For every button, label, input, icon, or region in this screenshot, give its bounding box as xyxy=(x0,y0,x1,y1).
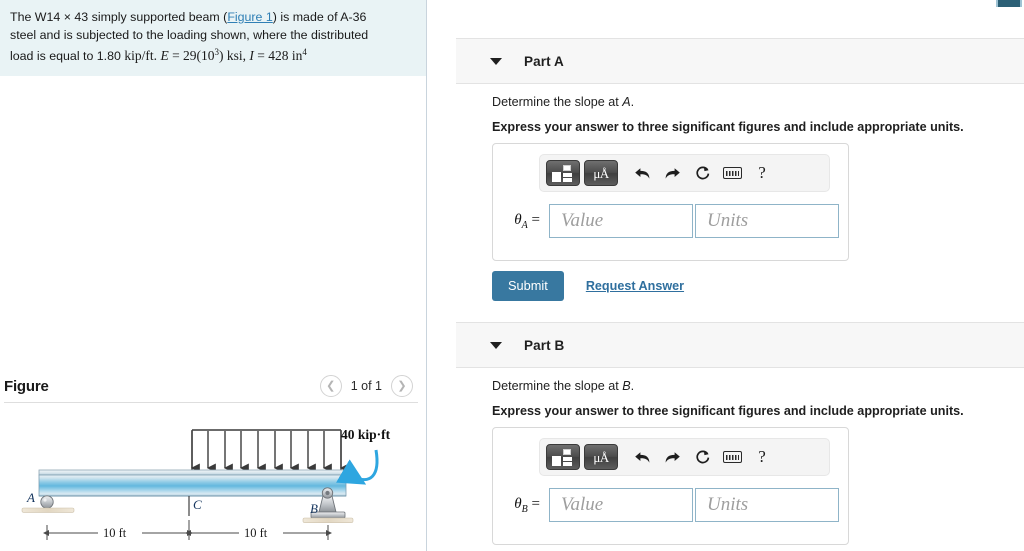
question-mark-icon[interactable]: ? xyxy=(747,160,777,186)
micro-angstrom-units-icon[interactable]: μÅ xyxy=(584,444,618,470)
inertia-value: = 428 in xyxy=(253,48,303,64)
problem-line-2: steel and is subjected to the loading sh… xyxy=(10,27,369,42)
label-B: B xyxy=(310,501,318,516)
clipped-toolbar-widget[interactable] xyxy=(996,0,1022,7)
chevron-right-icon[interactable]: ❯ xyxy=(391,375,413,397)
modulus-value: = 29(10 xyxy=(168,48,215,64)
undo-arrow-icon[interactable] xyxy=(627,160,657,186)
moment-label: 40 kip·ft xyxy=(341,427,391,442)
micro-angstrom-units-icon[interactable]: μÅ xyxy=(584,160,618,186)
label-A: A xyxy=(26,490,35,505)
beam-body xyxy=(38,469,347,497)
chevron-left-icon[interactable]: ❮ xyxy=(319,375,342,397)
part-a-header[interactable]: Part A xyxy=(456,38,1024,84)
part-a-answer-label: θA = xyxy=(507,212,549,231)
figure-title: Figure xyxy=(4,377,49,395)
part-a-units-input[interactable]: Units xyxy=(695,204,839,238)
figure-1-link[interactable]: Figure 1 xyxy=(227,10,272,24)
value-placeholder: Value xyxy=(561,494,604,515)
prompt-text: Determine the slope at xyxy=(492,95,623,109)
redo-arrow-icon[interactable] xyxy=(657,160,687,186)
page-root: The W14 × 43 simply supported beam (Figu… xyxy=(0,0,1024,551)
units-placeholder: Units xyxy=(707,494,749,515)
equals-sign: = xyxy=(527,495,540,512)
submit-button[interactable]: Submit xyxy=(492,271,564,301)
caret-down-icon[interactable] xyxy=(490,57,502,65)
problem-text: The W14 xyxy=(10,10,64,24)
part-b-toolbar: μÅ ? xyxy=(539,438,830,476)
part-b-units-input[interactable]: Units xyxy=(695,488,839,522)
problem-text: ) is made of A-36 xyxy=(272,10,367,24)
part-b-prompt: Determine the slope at B. xyxy=(492,379,634,393)
part-a-answer-row: θA = Value Units xyxy=(507,204,839,238)
problem-line-3: load is equal to 1.80 kip/ft. E = 29(103… xyxy=(10,44,412,66)
prompt-variable: B xyxy=(622,379,631,393)
part-b-label: Part B xyxy=(524,337,565,353)
applied-moment-arrow xyxy=(336,449,379,485)
times-symbol: × xyxy=(63,10,71,24)
prompt-period: . xyxy=(630,95,635,109)
equals-sign: = xyxy=(527,211,540,228)
beam-diagram-svg: A B C 40 kip·ft 10 ft 10 ft xyxy=(21,427,391,540)
math-template-icon[interactable] xyxy=(546,160,580,186)
problem-text: 43 simply supported beam ( xyxy=(70,10,228,24)
keyboard-icon[interactable] xyxy=(717,444,747,470)
answer-panel: Part A Determine the slope at A. Express… xyxy=(428,0,1024,551)
figure-divider xyxy=(4,402,418,403)
dimension-lines: 10 ft 10 ft xyxy=(43,520,332,540)
part-b-answer-label: θB = xyxy=(507,496,549,515)
part-a-submit-row: Submit Request Answer xyxy=(492,271,684,301)
request-answer-link[interactable]: Request Answer xyxy=(586,279,684,293)
part-b-header[interactable]: Part B xyxy=(456,322,1024,368)
caret-down-icon[interactable] xyxy=(490,341,502,349)
theta-symbol: θ xyxy=(514,495,522,512)
keyboard-icon[interactable] xyxy=(717,160,747,186)
problem-statement: The W14 × 43 simply supported beam (Figu… xyxy=(0,0,426,76)
figure-counter: 1 of 1 xyxy=(350,379,382,393)
value-placeholder: Value xyxy=(561,210,604,231)
prompt-text: Determine the slope at xyxy=(492,379,623,393)
theta-symbol: θ xyxy=(514,211,522,228)
problem-panel: The W14 × 43 simply supported beam (Figu… xyxy=(0,0,427,551)
label-C: C xyxy=(193,497,202,512)
prompt-variable: A xyxy=(622,95,631,109)
figure-navigation: ❮ 1 of 1 ❯ xyxy=(319,375,413,397)
question-mark-icon[interactable]: ? xyxy=(747,444,777,470)
kip-per-ft-unit: kip/ft. xyxy=(124,48,157,64)
part-a-prompt: Determine the slope at A. xyxy=(492,95,634,109)
math-template-icon[interactable] xyxy=(546,444,580,470)
redo-arrow-icon[interactable] xyxy=(657,444,687,470)
prompt-period: . xyxy=(630,379,635,393)
part-a-instruction: Express your answer to three significant… xyxy=(492,120,964,134)
part-b-instruction: Express your answer to three significant… xyxy=(492,404,964,418)
undo-arrow-icon[interactable] xyxy=(627,444,657,470)
figure-header: Figure ❮ 1 of 1 ❯ xyxy=(0,370,427,402)
part-a-value-input[interactable]: Value xyxy=(549,204,693,238)
problem-text: load is equal to 1.80 xyxy=(10,49,125,64)
units-placeholder: Units xyxy=(707,210,749,231)
modulus-units: ) ksi, xyxy=(219,48,250,64)
part-b-answer-row: θB = Value Units xyxy=(507,488,839,522)
part-a-answer-box: μÅ ? θA = Value Units xyxy=(492,143,849,261)
distributed-load-arrows xyxy=(190,431,349,473)
problem-line-1: The W14 × 43 simply supported beam (Figu… xyxy=(10,9,412,27)
reset-circle-arrow-icon[interactable] xyxy=(687,160,717,186)
part-a-toolbar: μÅ ? xyxy=(539,154,830,192)
dimension-right-label: 10 ft xyxy=(244,526,268,540)
exponent: 4 xyxy=(302,47,307,57)
beam-diagram: A B C 40 kip·ft 10 ft 10 ft xyxy=(0,412,427,551)
part-b-answer-box: μÅ ? θB = Value Units xyxy=(492,427,849,545)
part-b-value-input[interactable]: Value xyxy=(549,488,693,522)
modulus-symbol: E xyxy=(160,48,169,64)
part-a-label: Part A xyxy=(524,53,564,69)
reset-circle-arrow-icon[interactable] xyxy=(687,444,717,470)
dimension-left-label: 10 ft xyxy=(103,526,127,540)
